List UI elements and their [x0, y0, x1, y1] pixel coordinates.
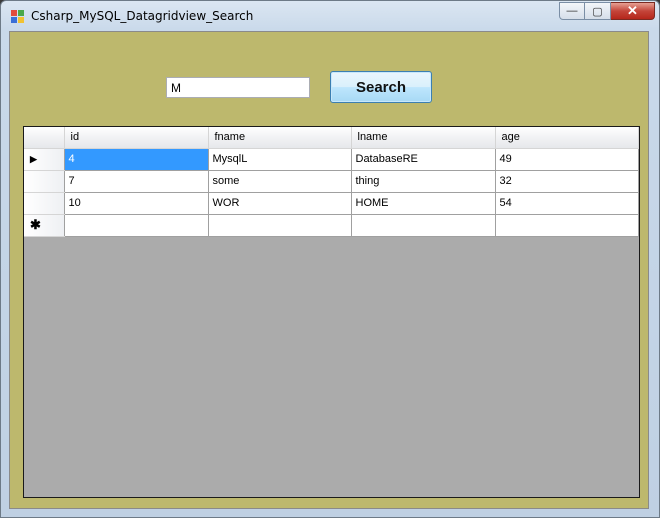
cell-age[interactable] [495, 214, 639, 237]
cell-id[interactable] [64, 214, 209, 237]
cell-id[interactable]: 10 [64, 192, 209, 215]
cell-fname[interactable]: WOR [208, 192, 352, 215]
search-button[interactable]: Search [330, 71, 432, 103]
top-left-header-cell[interactable] [24, 127, 65, 149]
cell-id[interactable]: 4 [64, 148, 209, 171]
app-icon [11, 10, 24, 23]
new-row-asterisk-icon: ✱ [30, 217, 41, 232]
cell-fname[interactable] [208, 214, 352, 237]
row-header[interactable] [24, 192, 65, 215]
table-row[interactable]: 10 WOR HOME 54 [24, 192, 639, 215]
column-header-fname[interactable]: fname [208, 127, 352, 149]
cell-lname[interactable]: HOME [351, 192, 496, 215]
minimize-button[interactable]: — [559, 2, 585, 20]
cell-lname[interactable]: DatabaseRE [351, 148, 496, 171]
app-window: Csharp_MySQL_Datagridview_Search — ▢ ✕ S… [0, 0, 660, 518]
new-row[interactable]: ✱ [24, 214, 639, 237]
cell-id[interactable]: 7 [64, 170, 209, 193]
maximize-button[interactable]: ▢ [585, 2, 611, 20]
cell-age[interactable]: 49 [495, 148, 639, 171]
row-header[interactable] [24, 170, 65, 193]
cell-lname[interactable] [351, 214, 496, 237]
close-icon: ✕ [627, 3, 638, 18]
search-input[interactable] [166, 77, 310, 98]
window-title: Csharp_MySQL_Datagridview_Search [31, 9, 254, 23]
cell-fname[interactable]: MysqlL [208, 148, 352, 171]
table-row[interactable]: ▶ 4 MysqlL DatabaseRE 49 [24, 148, 639, 171]
close-button[interactable]: ✕ [611, 2, 655, 20]
form-client-area: Search id fname lname age [9, 31, 649, 509]
caption-buttons: — ▢ ✕ [559, 2, 655, 22]
title-bar[interactable]: Csharp_MySQL_Datagridview_Search — ▢ ✕ [1, 1, 659, 31]
minimize-icon: — [566, 5, 578, 17]
column-header-lname[interactable]: lname [351, 127, 496, 149]
cell-age[interactable]: 32 [495, 170, 639, 193]
maximize-icon: ▢ [592, 5, 603, 18]
header-row: id fname lname age [24, 127, 639, 149]
results-table: id fname lname age ▶ 4 MysqlL DatabaseRE [24, 127, 639, 237]
cell-age[interactable]: 54 [495, 192, 639, 215]
row-header[interactable]: ▶ [24, 148, 65, 171]
current-row-arrow-icon: ▶ [30, 154, 37, 164]
data-grid-view[interactable]: id fname lname age ▶ 4 MysqlL DatabaseRE [23, 126, 640, 498]
table-row[interactable]: 7 some thing 32 [24, 170, 639, 193]
column-header-id[interactable]: id [64, 127, 209, 149]
column-header-age[interactable]: age [495, 127, 639, 149]
row-header[interactable]: ✱ [24, 214, 65, 237]
cell-fname[interactable]: some [208, 170, 352, 193]
cell-lname[interactable]: thing [351, 170, 496, 193]
